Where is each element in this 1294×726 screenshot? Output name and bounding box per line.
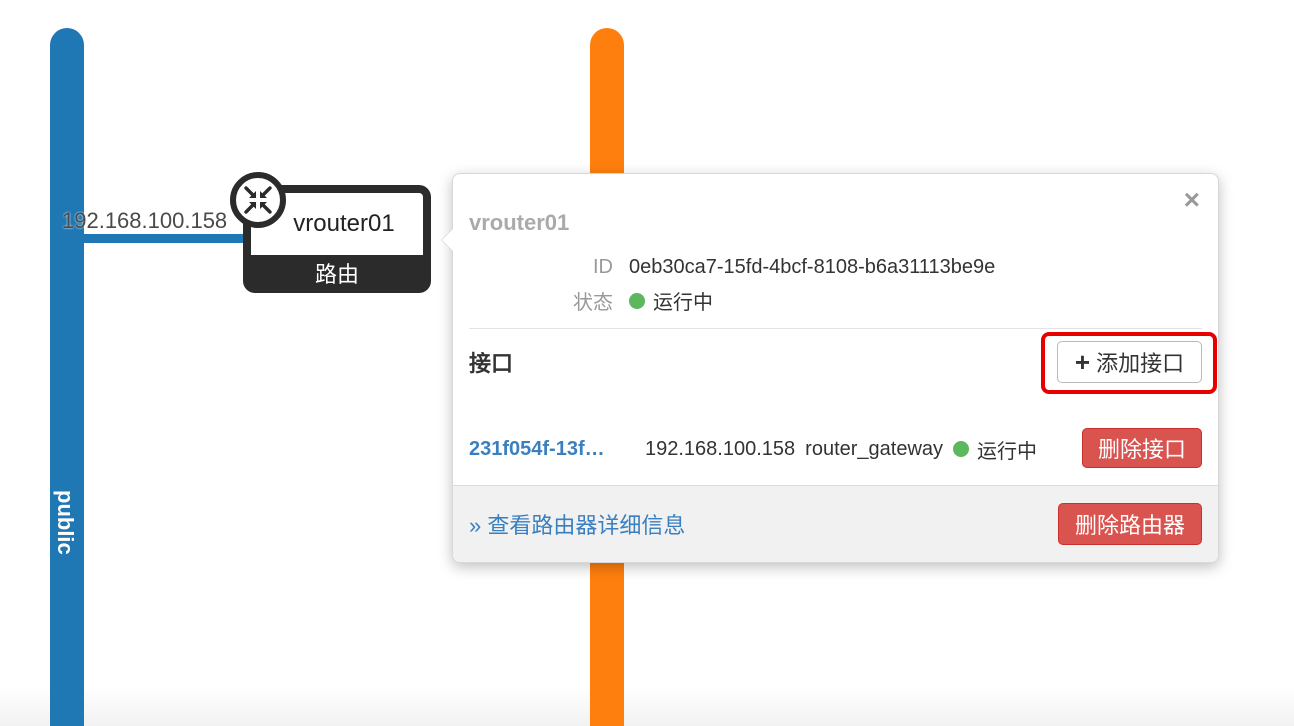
status-value: 运行中 xyxy=(653,292,713,314)
plus-icon: + xyxy=(1074,347,1091,377)
status-key: 状态 xyxy=(573,292,613,314)
port-ip-label: 192.168.100.158 xyxy=(62,208,228,233)
info-row-id: ID 0eb30ca7-15fd-4bcf-8108-b6a31113be9e xyxy=(453,256,995,279)
network-public-bar[interactable] xyxy=(50,28,84,726)
interface-type: router_gateway xyxy=(805,437,944,460)
router-detail-link[interactable]: » 查看路由器详细信息 xyxy=(469,508,685,540)
interface-id-link[interactable]: 231f054f-13f… xyxy=(469,438,645,461)
interface-ip: 192.168.100.158 xyxy=(645,437,796,460)
popover-arrow xyxy=(441,228,453,252)
router-popover: × vrouter01 ID 0eb30ca7-15fd-4bcf-8108-b… xyxy=(441,173,1219,563)
close-icon[interactable]: × xyxy=(1184,186,1200,214)
router-type-label: 路由 xyxy=(314,262,359,287)
popover-footer: » 查看路由器详细信息 删除路由器 xyxy=(453,485,1218,562)
id-key: ID xyxy=(593,256,613,278)
interface-status-label: 运行中 xyxy=(977,440,1038,463)
canvas-bottom-fade xyxy=(0,686,1294,726)
network-public-label: public xyxy=(53,490,78,555)
interfaces-title: 接口 xyxy=(469,351,514,376)
router-link-line xyxy=(84,234,246,243)
add-interface-label: 添加接口 xyxy=(1096,351,1185,376)
id-value: 0eb30ca7-15fd-4bcf-8108-b6a31113be9e xyxy=(629,256,996,278)
router-arrows-icon xyxy=(230,172,286,228)
delete-interface-button[interactable]: 删除接口 xyxy=(1082,428,1202,468)
interface-row: 231f054f-13f… 192.168.100.158 router_gat… xyxy=(469,428,1202,470)
divider xyxy=(469,328,1202,329)
info-row-status: 状态 运行中 xyxy=(453,286,713,315)
interface-status-dot-icon xyxy=(953,441,970,457)
status-dot-icon xyxy=(629,292,645,309)
popover-title: vrouter01 xyxy=(469,210,570,235)
interface-status: 运行中 xyxy=(953,435,1037,464)
add-interface-button[interactable]: + 添加接口 xyxy=(1057,341,1202,383)
delete-router-button[interactable]: 删除路由器 xyxy=(1058,503,1202,545)
status-value-wrap: 运行中 xyxy=(629,286,713,315)
